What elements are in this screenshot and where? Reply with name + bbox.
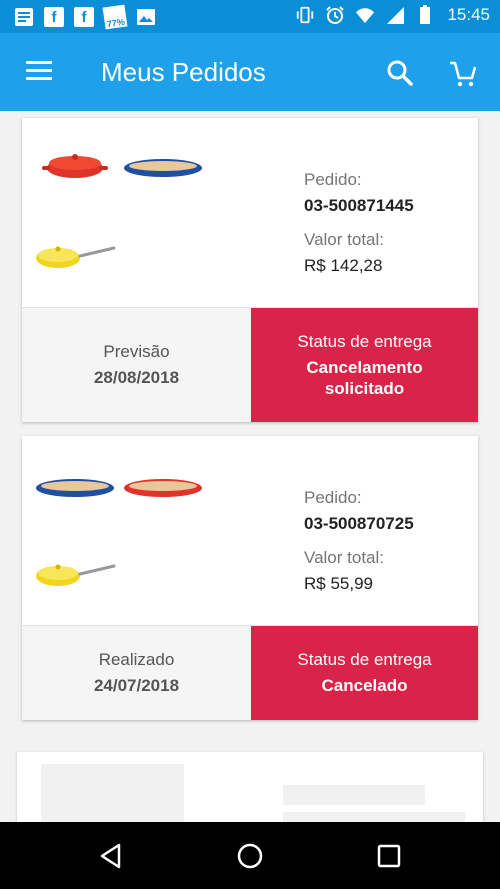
- order-info: Pedido: 03-500871445 Valor total: R$ 142…: [304, 170, 414, 276]
- search-icon[interactable]: [386, 59, 414, 87]
- order-number: 03-500870725: [304, 514, 414, 533]
- menu-icon[interactable]: [26, 61, 52, 81]
- order-footer: Realizado 24/07/2018 Status de entrega C…: [22, 626, 478, 720]
- date-label: Previsão: [103, 342, 170, 361]
- status-label: Status de entrega: [297, 331, 432, 351]
- app-bar: Meus Pedidos: [0, 33, 500, 111]
- order-card[interactable]: Pedido: 03-500871445 Valor total: R$ 142…: [22, 118, 478, 422]
- total-value: R$ 55,99: [304, 574, 373, 593]
- loading-card-placeholder: [17, 752, 483, 832]
- order-footer: Previsão 28/08/2018 Status de entrega Ca…: [22, 308, 478, 422]
- signal-icon: [385, 5, 405, 25]
- yellow-skillet-image: [34, 240, 116, 279]
- status-value-line1: Cancelado: [321, 676, 408, 695]
- date-value: 24/07/2018: [93, 676, 180, 695]
- order-info: Pedido: 03-500870725 Valor total: R$ 55,…: [304, 488, 414, 594]
- blue-oval-dish-image: [34, 476, 116, 507]
- gallery-icon: [136, 7, 156, 27]
- percent-icon: 77%: [102, 4, 128, 30]
- order-summary: Pedido: 03-500871445 Valor total: R$ 142…: [22, 118, 478, 308]
- order-number-label: Pedido:: [304, 488, 362, 507]
- total-value: R$ 142,28: [304, 256, 383, 275]
- message-icon: [14, 7, 34, 27]
- order-date-box: Realizado 24/07/2018: [22, 626, 251, 720]
- home-icon[interactable]: [236, 842, 264, 870]
- battery-icon: [415, 5, 435, 25]
- yellow-skillet-image: [34, 558, 116, 597]
- delivery-date-box: Previsão 28/08/2018: [22, 308, 251, 422]
- product-thumbnails: [34, 118, 234, 308]
- product-thumbnails: [34, 436, 234, 626]
- status-value-line2: solicitado: [324, 378, 405, 398]
- clock-time: 15:45: [447, 5, 490, 24]
- status-bar: f f 77% 15:45: [0, 0, 500, 33]
- facebook-icon: f: [74, 7, 94, 27]
- total-label: Valor total:: [304, 548, 385, 567]
- recents-icon[interactable]: [375, 842, 403, 870]
- red-casserole-image: [40, 150, 110, 191]
- red-oval-dish-image: [122, 476, 204, 507]
- status-badge: Status de entrega Cancelado: [251, 626, 478, 720]
- wifi-icon: [355, 5, 375, 25]
- date-value: 28/08/2018: [93, 368, 180, 387]
- facebook-icon: f: [44, 7, 64, 27]
- page-title: Meus Pedidos: [101, 57, 266, 87]
- order-number: 03-500871445: [304, 196, 414, 215]
- date-label: Realizado: [98, 650, 175, 669]
- placeholder-line: [283, 785, 425, 805]
- order-number-label: Pedido:: [304, 170, 362, 189]
- status-label: Status de entrega: [297, 650, 432, 669]
- order-summary: Pedido: 03-500870725 Valor total: R$ 55,…: [22, 436, 478, 626]
- status-badge: Status de entrega Cancelamento solicitad…: [251, 308, 478, 422]
- total-label: Valor total:: [304, 230, 385, 249]
- system-nav-bar: [0, 822, 500, 889]
- cart-icon[interactable]: [448, 59, 478, 89]
- alarm-icon: [325, 5, 345, 25]
- blue-oval-dish-image: [122, 156, 204, 187]
- vibrate-icon: [295, 5, 315, 25]
- status-value-line1: Cancelamento: [306, 357, 423, 377]
- back-icon[interactable]: [97, 842, 125, 870]
- status-value: Cancelamento solicitado: [306, 357, 422, 399]
- status-value: Cancelado: [322, 675, 408, 696]
- order-card[interactable]: Pedido: 03-500870725 Valor total: R$ 55,…: [22, 436, 478, 720]
